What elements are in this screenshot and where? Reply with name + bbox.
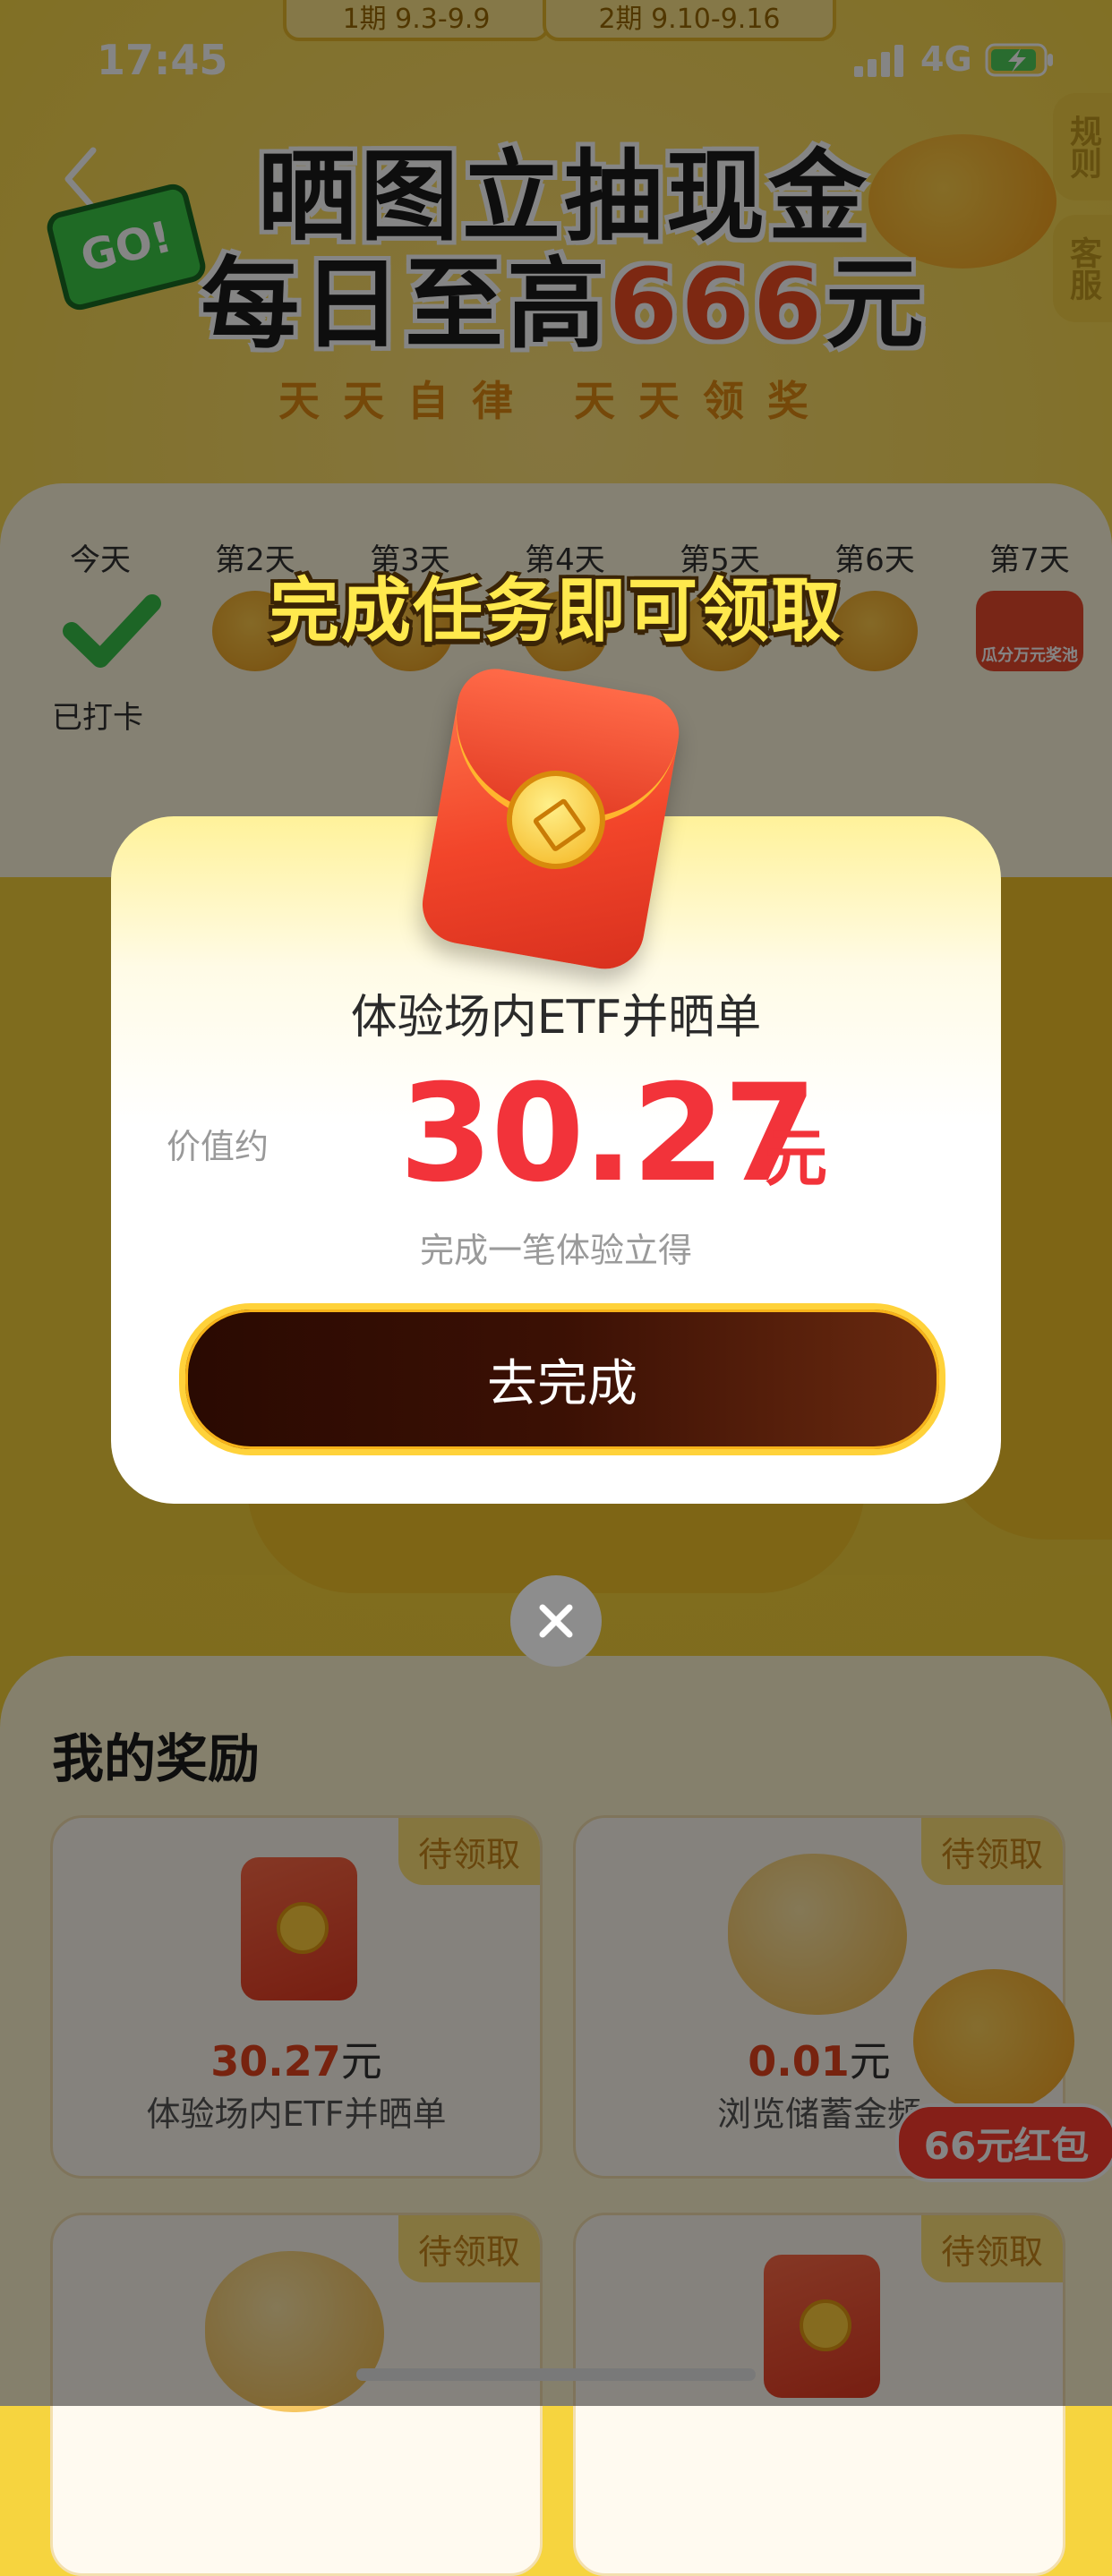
go-complete-button[interactable]: 去完成 [179,1303,945,1455]
value-label: 价值约 [167,1127,269,1166]
red-packet-icon [415,662,686,976]
go-complete-label: 去完成 [487,1354,637,1413]
value-unit: 元 [765,1122,827,1195]
task-hint: 完成一笔体验立得 [419,1231,692,1270]
value-amount: 30.27 [399,1056,817,1212]
task-title: 体验场内ETF并晒单 [350,991,762,1045]
modal-heading: 完成任务即可领取 [269,571,843,652]
close-modal-button[interactable] [510,1575,602,1667]
close-icon [539,1604,573,1638]
